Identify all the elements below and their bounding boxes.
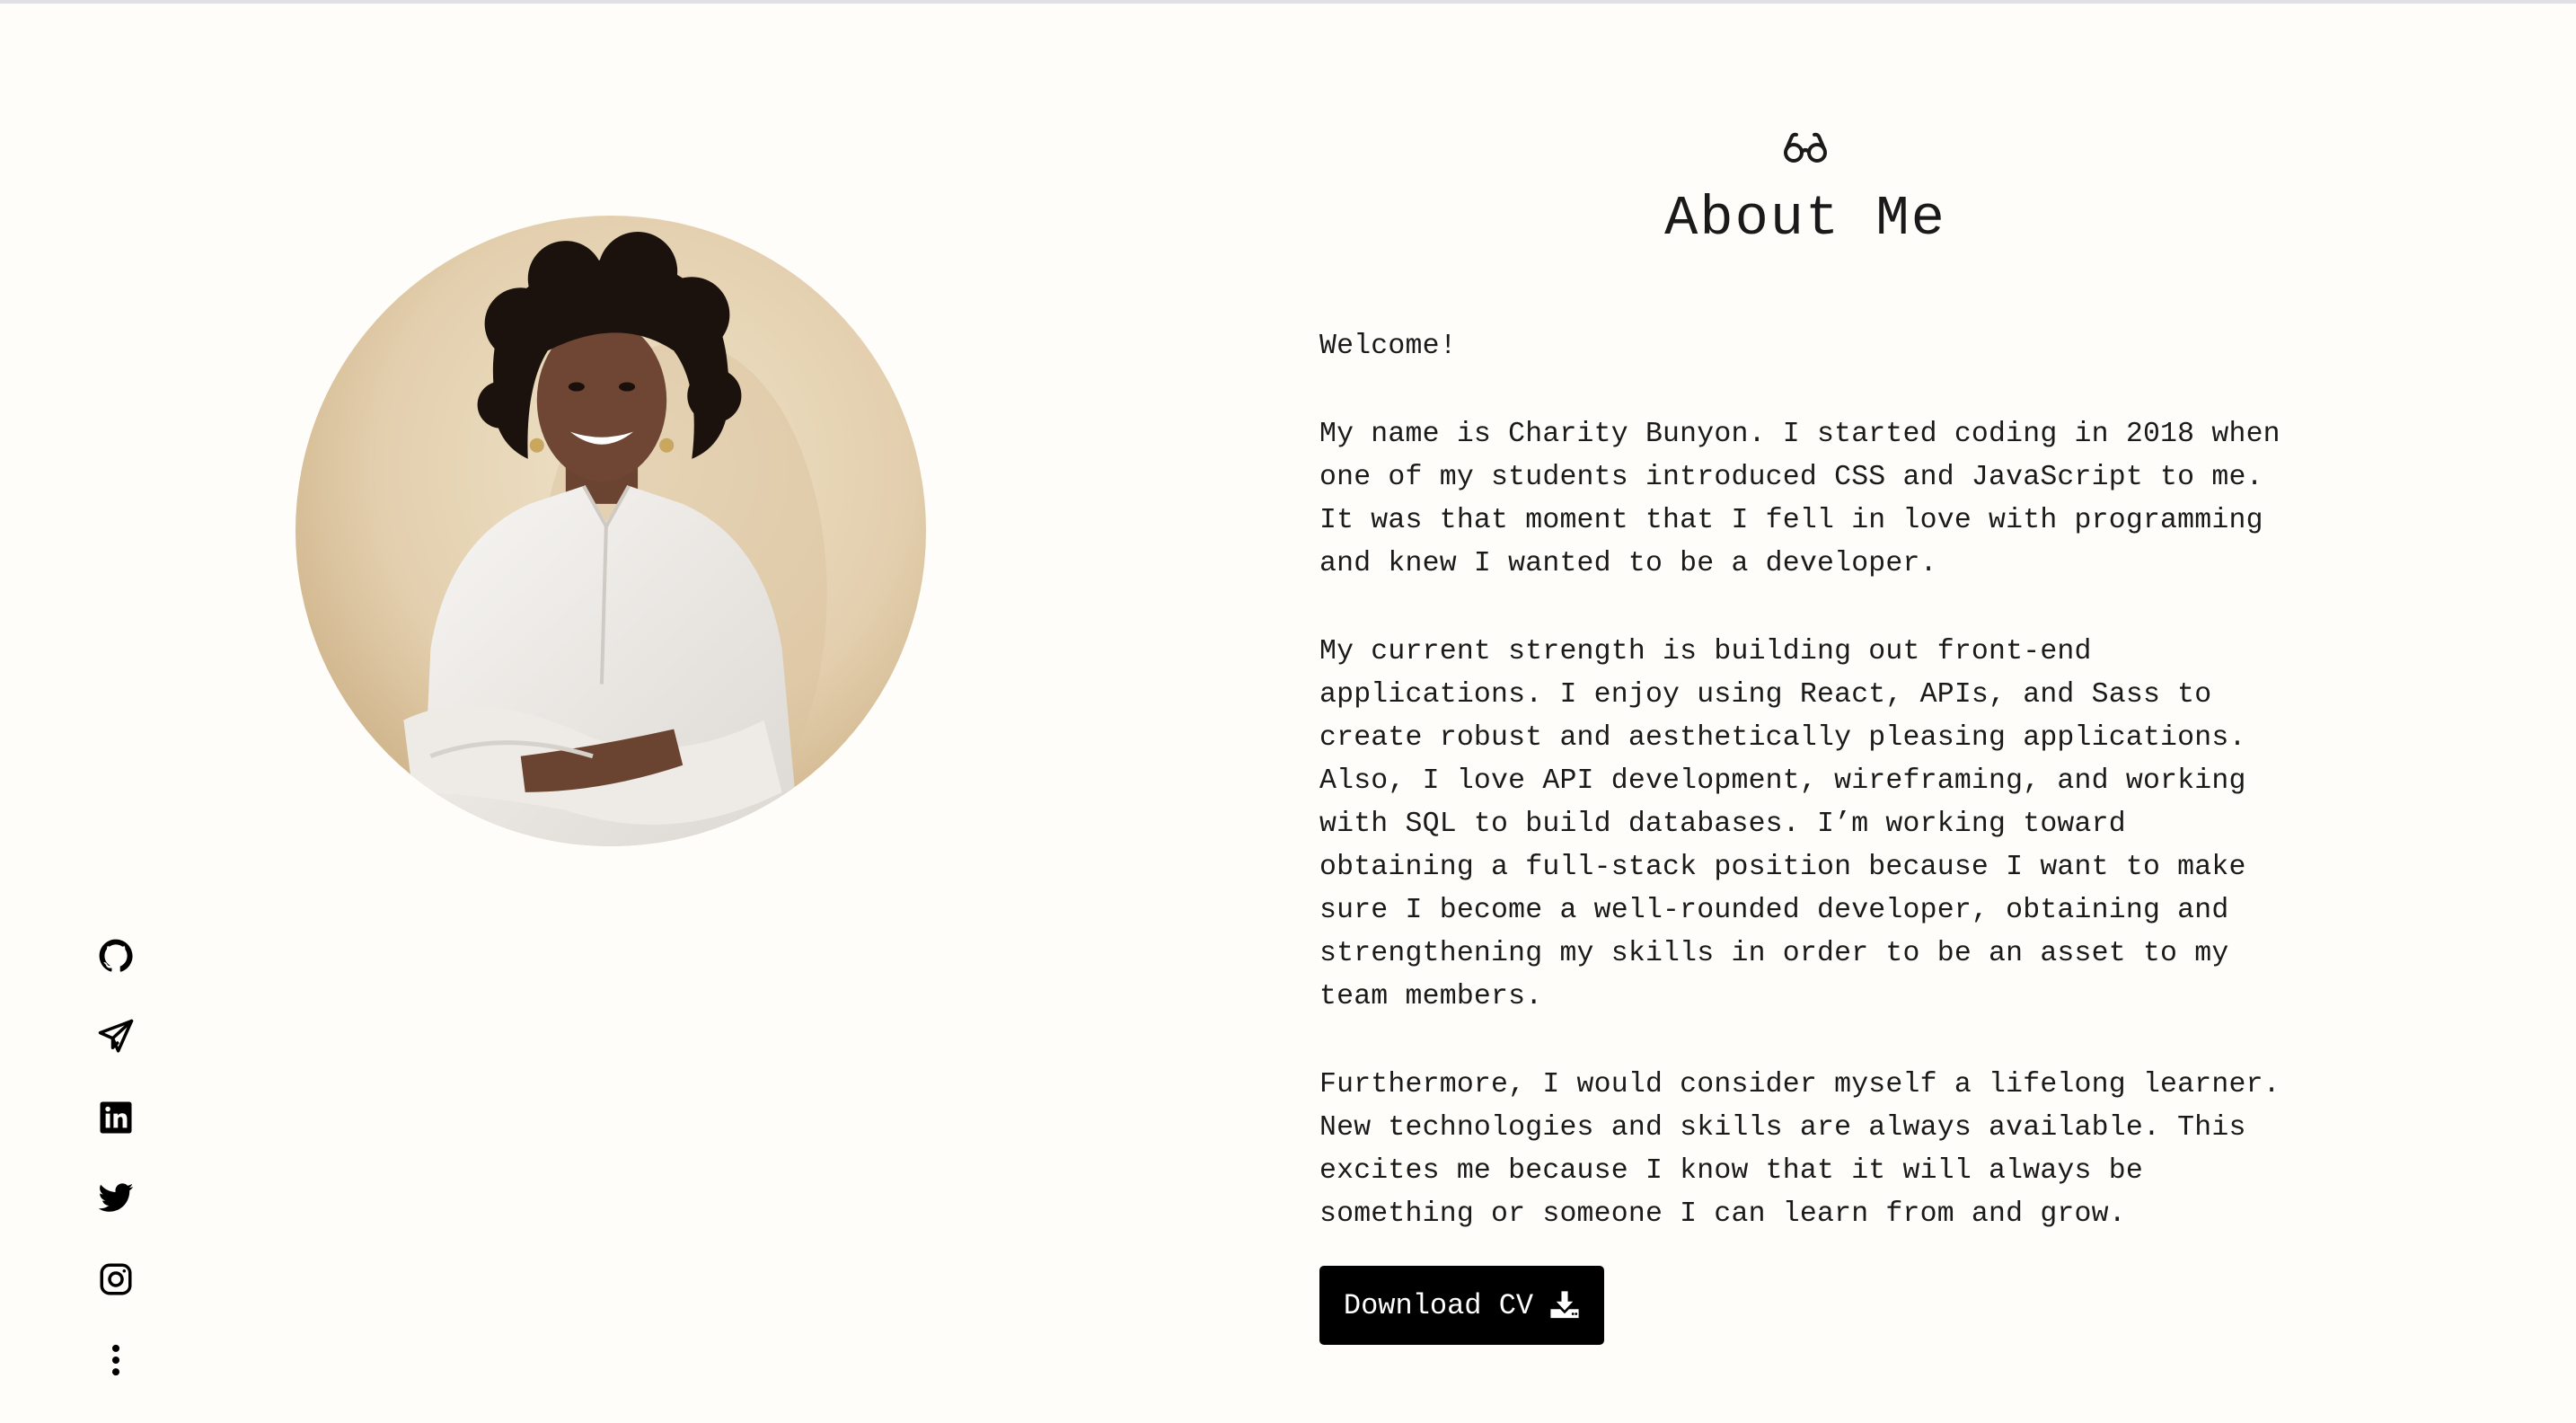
twitter-link[interactable] [94, 1177, 137, 1220]
instagram-link[interactable] [94, 1258, 137, 1301]
github-icon [97, 937, 135, 975]
about-paragraph: Furthermore, I would consider myself a l… [1319, 1069, 2280, 1230]
linkedin-icon [97, 1099, 135, 1136]
profile-photo [296, 216, 926, 846]
top-divider [0, 0, 2576, 4]
telegram-link[interactable] [94, 1015, 137, 1058]
linkedin-link[interactable] [94, 1096, 137, 1139]
github-link[interactable] [94, 934, 137, 977]
more-options-button[interactable] [94, 1339, 137, 1382]
glasses-icon [1782, 129, 1829, 165]
about-title: About Me [1664, 187, 1946, 251]
download-cv-label: Download CV [1343, 1288, 1534, 1322]
more-vertical-icon [97, 1341, 135, 1379]
download-cv-button[interactable]: Download CV [1319, 1266, 1604, 1345]
about-paragraph: Welcome! [1319, 331, 1457, 362]
about-body: Welcome! My name is Charity Bunyon. I st… [1319, 325, 2343, 1281]
twitter-icon [97, 1180, 135, 1217]
instagram-icon [97, 1260, 135, 1298]
paper-plane-icon [97, 1018, 135, 1056]
about-paragraph: My name is Charity Bunyon. I started cod… [1319, 419, 2280, 579]
about-paragraph: My current strength is building out fron… [1319, 636, 2246, 1012]
download-icon [1549, 1290, 1580, 1321]
